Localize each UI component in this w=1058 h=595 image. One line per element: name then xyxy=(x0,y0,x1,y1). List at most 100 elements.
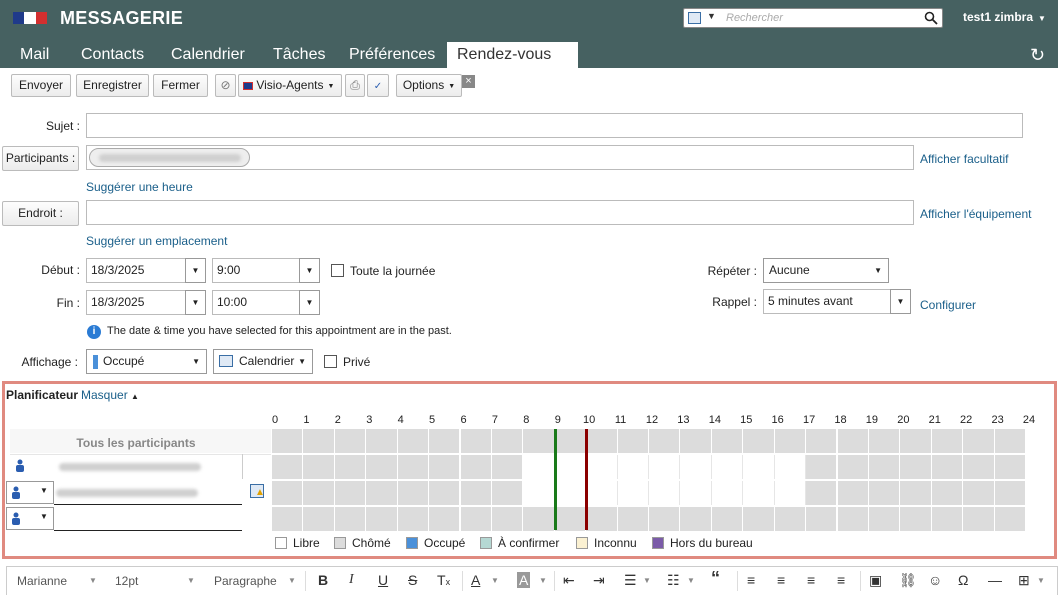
underline-icon[interactable]: U xyxy=(378,572,388,588)
save-button[interactable]: Enregistrer xyxy=(76,74,149,97)
print-button[interactable]: ⎙ xyxy=(345,74,365,97)
hour-cell[interactable] xyxy=(837,481,869,505)
hour-cell[interactable] xyxy=(900,481,932,505)
refresh-icon[interactable]: ↻ xyxy=(1030,45,1045,66)
hour-cell[interactable] xyxy=(963,455,995,479)
hour-cell[interactable] xyxy=(334,507,367,531)
hour-cell[interactable] xyxy=(774,429,807,453)
hour-cell[interactable] xyxy=(743,455,775,479)
private-checkbox[interactable] xyxy=(324,355,337,368)
hour-cell[interactable] xyxy=(554,429,587,453)
hour-cell[interactable] xyxy=(554,455,587,479)
hour-cell[interactable] xyxy=(491,507,524,531)
suggest-location-link[interactable]: Suggérer un emplacement xyxy=(86,234,227,248)
hour-cell[interactable] xyxy=(586,455,618,479)
chevron-down-icon[interactable]: ▼ xyxy=(707,11,716,21)
hour-cell[interactable] xyxy=(586,507,618,531)
hour-cell[interactable] xyxy=(680,429,712,453)
hour-cell[interactable] xyxy=(272,507,304,531)
tab-mail[interactable]: Mail xyxy=(10,42,59,68)
hour-cell[interactable] xyxy=(429,481,461,505)
hour-cell[interactable] xyxy=(837,429,869,453)
text-color-icon[interactable]: A xyxy=(471,572,480,588)
hour-cell[interactable] xyxy=(429,455,461,479)
spell-check-button[interactable]: ✓ xyxy=(367,74,389,97)
hour-cell[interactable] xyxy=(963,429,995,453)
configure-link[interactable]: Configurer xyxy=(920,298,976,312)
hour-cell[interactable] xyxy=(429,507,461,531)
participant-chip[interactable] xyxy=(89,148,250,167)
outdent-icon[interactable]: ⇤ xyxy=(563,572,575,589)
hour-cell[interactable] xyxy=(334,455,367,479)
search-icon[interactable] xyxy=(924,11,938,25)
hour-cell[interactable] xyxy=(868,429,901,453)
align-justify-icon[interactable]: ≡ xyxy=(837,572,845,588)
hour-cell[interactable] xyxy=(649,429,681,453)
hour-cell[interactable] xyxy=(523,507,555,531)
numbered-list-icon[interactable]: ☷ xyxy=(667,572,680,589)
hour-cell[interactable] xyxy=(806,455,838,479)
hour-cell[interactable] xyxy=(303,481,335,505)
hour-cell[interactable] xyxy=(743,507,775,531)
hour-cell[interactable] xyxy=(366,507,398,531)
hour-cell[interactable] xyxy=(460,481,492,505)
hour-cell[interactable] xyxy=(366,481,398,505)
hour-cell[interactable] xyxy=(649,455,681,479)
hour-cell[interactable] xyxy=(523,455,555,479)
hour-cell[interactable] xyxy=(868,455,901,479)
horizontal-rule-icon[interactable]: — xyxy=(988,572,1002,588)
hour-cell[interactable] xyxy=(460,455,492,479)
special-char-icon[interactable]: Ω xyxy=(958,572,968,588)
hour-cell[interactable] xyxy=(931,481,964,505)
hour-cell[interactable] xyxy=(711,455,744,479)
hour-cell[interactable] xyxy=(586,429,618,453)
start-date-picker[interactable]: ▼ xyxy=(185,258,206,283)
hour-cell[interactable] xyxy=(523,481,555,505)
hour-cell[interactable] xyxy=(460,507,492,531)
hour-cell[interactable] xyxy=(554,481,587,505)
tab-contacts[interactable]: Contacts xyxy=(71,42,154,68)
show-equipment-link[interactable]: Afficher l'équipement xyxy=(920,207,1031,221)
hour-cell[interactable] xyxy=(711,429,744,453)
free-busy-select[interactable]: Occupé ▼ xyxy=(86,349,207,374)
hour-cell[interactable] xyxy=(931,455,964,479)
strikethrough-icon[interactable]: S xyxy=(408,572,417,588)
align-left-icon[interactable]: ≡ xyxy=(747,572,755,588)
subject-input[interactable] xyxy=(86,113,1023,138)
hour-cell[interactable] xyxy=(491,455,524,479)
close-button[interactable]: Fermer xyxy=(153,74,208,97)
font-size-select[interactable]: 12pt xyxy=(115,574,138,588)
hour-cell[interactable] xyxy=(711,507,744,531)
hour-cell[interactable] xyxy=(931,507,964,531)
hour-cell[interactable] xyxy=(397,481,430,505)
tab-tasks[interactable]: Tâches xyxy=(263,42,335,68)
hour-cell[interactable] xyxy=(994,481,1026,505)
hour-cell[interactable] xyxy=(617,455,649,479)
hour-cell[interactable] xyxy=(429,429,461,453)
hour-cell[interactable] xyxy=(963,507,995,531)
show-optional-link[interactable]: Afficher facultatif xyxy=(920,152,1009,166)
hour-cell[interactable] xyxy=(586,481,618,505)
new-attendee-input[interactable] xyxy=(54,507,242,531)
send-button[interactable]: Envoyer xyxy=(11,74,71,97)
hour-cell[interactable] xyxy=(900,455,932,479)
suggest-time-link[interactable]: Suggérer une heure xyxy=(86,180,193,194)
user-menu[interactable]: test1 zimbra ▼ xyxy=(963,10,1046,24)
hour-cell[interactable] xyxy=(397,455,430,479)
hour-cell[interactable] xyxy=(491,481,524,505)
hour-cell[interactable] xyxy=(711,481,744,505)
hour-cell[interactable] xyxy=(680,507,712,531)
hour-cell[interactable] xyxy=(806,481,838,505)
hide-scheduler-link[interactable]: Masquer ▲ xyxy=(81,388,139,402)
hour-cell[interactable] xyxy=(272,429,304,453)
end-time-picker[interactable]: ▼ xyxy=(299,290,320,315)
close-icon[interactable]: × xyxy=(462,75,475,88)
start-time-input[interactable]: 9:00 xyxy=(212,258,301,283)
hour-cell[interactable] xyxy=(334,481,367,505)
hour-cell[interactable] xyxy=(366,455,398,479)
hour-cell[interactable] xyxy=(774,455,807,479)
hour-cell[interactable] xyxy=(837,455,869,479)
hour-cell[interactable] xyxy=(491,429,524,453)
hour-cell[interactable] xyxy=(554,507,587,531)
tab-preferences[interactable]: Préférences xyxy=(339,42,445,68)
